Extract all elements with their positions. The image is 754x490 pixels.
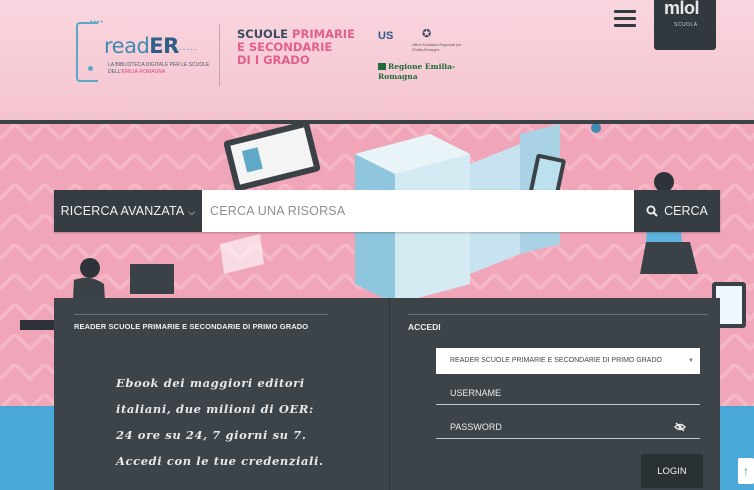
mlol-logo-word: mlol <box>664 0 700 18</box>
password-field <box>436 416 714 439</box>
eye-slash-icon[interactable] <box>674 421 686 433</box>
login-title: ACCEDI <box>408 322 441 332</box>
mlol-logo-sub: SCUOLA <box>674 22 698 28</box>
reader-section-title: READER SCUOLE PRIMARIE E SECONDARIE DI P… <box>74 322 309 331</box>
us-logo: US <box>378 30 394 42</box>
italian-republic-emblem-icon: ✪ <box>422 28 432 40</box>
login-title-rule <box>408 314 708 315</box>
site-header: •••• readER .......... La biblioteca dig… <box>0 0 754 124</box>
search-button[interactable]: CERCA <box>634 190 720 232</box>
region-logo: Regione Emilia-Romagna <box>378 62 470 81</box>
advanced-search-label: RICERCA AVANZATA <box>60 204 185 218</box>
region-flag-icon <box>378 63 386 70</box>
select-caret-icon: ▼ <box>688 358 694 364</box>
institution-logos[interactable]: US ✪ Ufficio Scolastico Regionale per l'… <box>378 26 478 81</box>
school-line-2: e secondarie <box>237 40 333 54</box>
office-text: Ufficio Scolastico Regionale per l'Emili… <box>412 43 462 52</box>
scroll-to-top-button[interactable]: ↑ <box>738 458 754 484</box>
school-line-1: Scuole <box>237 27 293 41</box>
region-logo-text: Regione Emilia-Romagna <box>378 62 456 81</box>
library-select-value: READER SCUOLE PRIMARIE E SECONDARIE DI P… <box>450 357 662 364</box>
header-separator <box>219 24 220 86</box>
hamburger-menu-icon[interactable] <box>614 10 636 31</box>
password-input[interactable] <box>436 416 714 438</box>
school-level-title: Scuole primarie e secondarie di I grado <box>237 28 357 67</box>
advanced-search-dropdown[interactable]: RICERCA AVANZATA ⌵ <box>54 190 202 232</box>
username-input[interactable] <box>436 382 714 404</box>
chevron-down-icon: ⌵ <box>188 207 196 217</box>
school-line-1-highlight: primarie <box>292 27 355 41</box>
reader-logo-tagline: La biblioteca digitale per le scuole del… <box>108 62 218 76</box>
search-bar: RICERCA AVANZATA ⌵ CERCA <box>54 190 720 232</box>
tagline-region: Emilia-Romagna <box>121 69 166 75</box>
arrow-up-icon: ↑ <box>743 464 749 478</box>
search-icon <box>646 205 658 217</box>
reader-logo-bracket <box>76 22 98 82</box>
login-button[interactable]: LOGIN <box>641 454 703 488</box>
reader-logo-dots: •••• <box>90 19 104 26</box>
school-line-3: di I grado <box>237 53 310 67</box>
username-field <box>436 382 714 405</box>
search-button-label: CERCA <box>664 204 708 218</box>
reader-logo-trailing-dots: .......... <box>160 42 198 53</box>
panel-divider <box>389 298 390 490</box>
reader-logo-dot <box>88 66 93 71</box>
info-login-panel: READER SCUOLE PRIMARIE E SECONDARIE DI P… <box>54 298 720 490</box>
library-select[interactable]: READER SCUOLE PRIMARIE E SECONDARIE DI P… <box>436 348 700 374</box>
reader-logo-prefix: read <box>104 34 150 58</box>
reader-description: Ebook dei maggiori editori italiani, due… <box>116 376 324 468</box>
mlol-logo[interactable]: mlol SCUOLA <box>654 0 716 50</box>
left-title-rule <box>74 314 328 315</box>
search-input[interactable] <box>202 190 634 232</box>
